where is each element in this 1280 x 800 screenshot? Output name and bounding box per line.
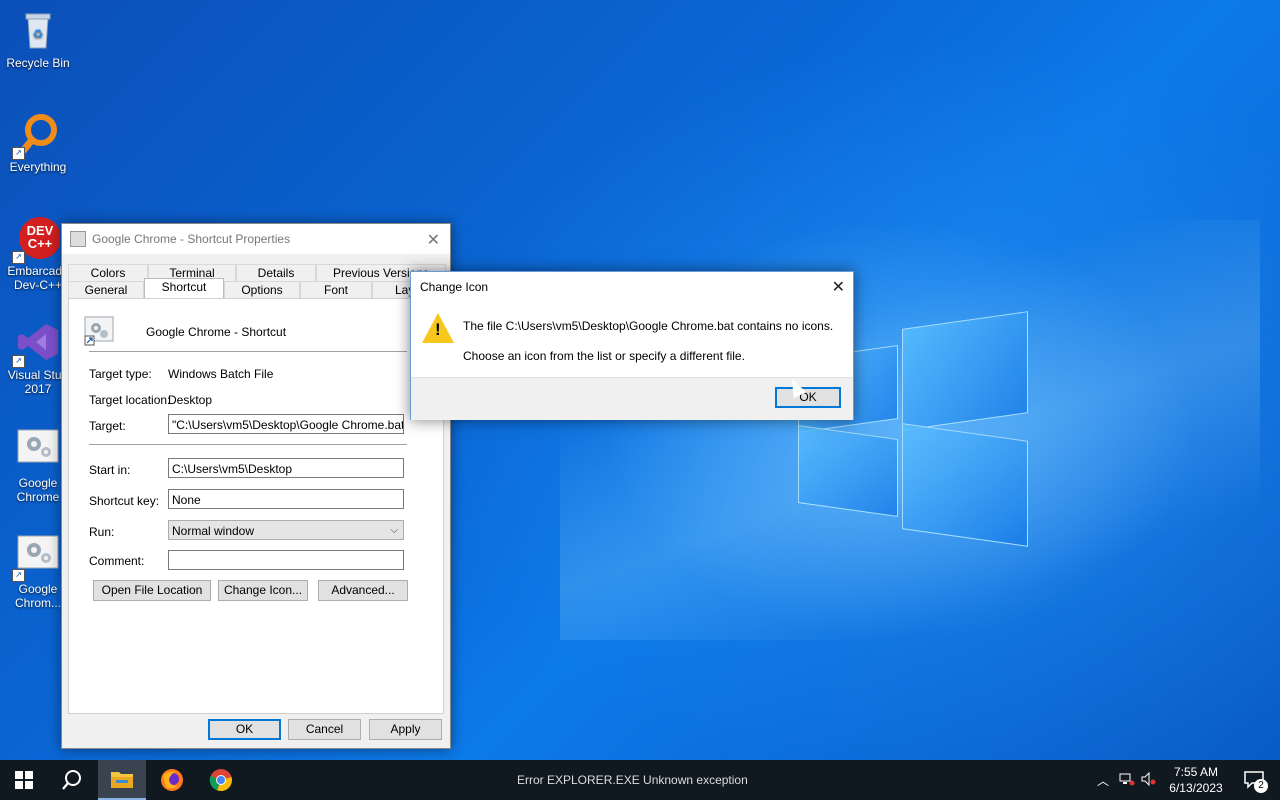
start-button[interactable] bbox=[0, 760, 48, 800]
apply-button[interactable]: Apply bbox=[369, 719, 442, 740]
clock-time: 7:55 AM bbox=[1173, 765, 1219, 779]
change-icon-button[interactable]: Change Icon... bbox=[218, 580, 308, 601]
close-icon[interactable]: ✕ bbox=[427, 230, 440, 250]
run-label: Run: bbox=[89, 525, 115, 539]
target-location-value: Desktop bbox=[168, 393, 213, 407]
cancel-button[interactable]: Cancel bbox=[288, 719, 361, 740]
tab-font[interactable]: Font bbox=[300, 281, 372, 298]
dialog-titlebar[interactable]: Google Chrome - Shortcut Properties ✕ bbox=[62, 224, 450, 254]
desktop-icon-recycle-bin[interactable]: ♻ Recycle Bin bbox=[0, 8, 76, 70]
desktop-icon-everything[interactable]: ↗ Everything bbox=[0, 112, 76, 174]
notification-count-badge: 2 bbox=[1254, 779, 1268, 793]
chrome-icon bbox=[209, 769, 232, 792]
target-type-label: Target type: bbox=[89, 367, 152, 381]
dialog-title: Google Chrome - Shortcut Properties bbox=[92, 232, 291, 246]
taskbar-file-explorer[interactable] bbox=[98, 760, 146, 800]
separator bbox=[89, 444, 407, 445]
tab-general[interactable]: General bbox=[68, 281, 144, 298]
dev-cpp-icon: DEV C++ ↗ bbox=[12, 216, 61, 264]
separator bbox=[89, 351, 407, 352]
message-line-2: Choose an icon from the list or specify … bbox=[463, 349, 745, 363]
action-center-button[interactable]: 2 bbox=[1232, 760, 1276, 800]
shortcut-tab-panel: Google Chrome - Shortcut Target type: Wi… bbox=[68, 298, 444, 714]
close-icon[interactable]: ✕ bbox=[832, 277, 845, 297]
taskbar-clock[interactable]: 7:55 AM 6/13/2023 bbox=[1166, 764, 1226, 796]
tab-colors[interactable]: Colors bbox=[68, 264, 148, 281]
chevron-up-icon[interactable]: ︿ bbox=[1094, 772, 1112, 789]
run-select-value: Normal window bbox=[172, 524, 255, 538]
firefox-icon bbox=[161, 769, 183, 791]
open-file-location-button[interactable]: Open File Location bbox=[93, 580, 211, 601]
comment-input[interactable] bbox=[168, 550, 404, 570]
desktop-icon-label: Everything bbox=[9, 160, 67, 174]
target-type-value: Windows Batch File bbox=[168, 367, 274, 381]
shortcut-name: Google Chrome - Shortcut bbox=[146, 325, 287, 339]
taskbar-chrome[interactable] bbox=[197, 760, 245, 800]
warning-exclamation: ! bbox=[435, 320, 441, 339]
windows-start-icon bbox=[15, 771, 33, 789]
shortcut-properties-dialog: Google Chrome - Shortcut Properties ✕ Co… bbox=[61, 223, 451, 749]
tabs-row-back: Colors Terminal Details Previous Version… bbox=[68, 264, 446, 281]
ok-button[interactable]: OK bbox=[208, 719, 281, 740]
run-select[interactable]: Normal window ⌵ bbox=[168, 520, 404, 540]
dev-cpp-badge: DEV C++ bbox=[26, 223, 54, 251]
network-icon[interactable] bbox=[1116, 772, 1138, 789]
everything-search-icon: ↗ bbox=[12, 112, 60, 160]
tab-shortcut[interactable]: Shortcut bbox=[144, 278, 224, 299]
change-icon-dialog: Change Icon ✕ ! The file C:\Users\vm5\De… bbox=[410, 271, 854, 420]
search-icon bbox=[62, 770, 81, 790]
visual-studio-icon: ↗ bbox=[12, 320, 60, 368]
start-in-label: Start in: bbox=[89, 463, 131, 477]
search-button[interactable] bbox=[48, 760, 96, 800]
dialog-title: Change Icon bbox=[420, 280, 489, 294]
shortcut-arrow-icon: ↗ bbox=[12, 355, 25, 368]
svg-text:♻: ♻ bbox=[33, 27, 44, 41]
tab-options[interactable]: Options bbox=[224, 281, 300, 298]
clock-date: 6/13/2023 bbox=[1169, 781, 1223, 795]
shortcut-arrow-icon: ↗ bbox=[12, 251, 25, 264]
volume-muted-icon[interactable] bbox=[1138, 771, 1160, 789]
target-label: Target: bbox=[89, 419, 126, 433]
target-input[interactable]: "C:\Users\vm5\Desktop\Google Chrome.bat" bbox=[168, 414, 404, 434]
shortcut-key-input[interactable]: None bbox=[168, 489, 404, 509]
tab-details[interactable]: Details bbox=[236, 264, 316, 281]
folder-icon bbox=[111, 772, 133, 788]
comment-label: Comment: bbox=[89, 554, 145, 568]
shortcut-arrow-icon: ↗ bbox=[12, 147, 25, 160]
batch-file-icon: ↗ bbox=[12, 534, 60, 582]
advanced-button[interactable]: Advanced... bbox=[318, 580, 408, 601]
start-in-input[interactable]: C:\Users\vm5\Desktop bbox=[168, 458, 404, 478]
taskbar-firefox[interactable] bbox=[148, 760, 196, 800]
taskbar-error-message: Error EXPLORER.EXE Unknown exception bbox=[517, 773, 748, 787]
system-tray: ︿ bbox=[1094, 760, 1160, 800]
ok-button[interactable]: OK bbox=[775, 387, 841, 408]
dialog-title-icon bbox=[70, 231, 86, 247]
taskbar: Error EXPLORER.EXE Unknown exception ︿ 7… bbox=[0, 760, 1280, 800]
dialog-titlebar[interactable]: Change Icon bbox=[411, 272, 853, 302]
target-location-label: Target location: bbox=[89, 393, 171, 407]
message-line-1: The file C:\Users\vm5\Desktop\Google Chr… bbox=[463, 319, 834, 333]
batch-file-icon bbox=[16, 428, 60, 472]
recycle-bin-icon: ♻ bbox=[16, 8, 60, 52]
desktop-icon-label: Recycle Bin bbox=[6, 56, 70, 70]
shortcut-arrow-icon: ↗ bbox=[12, 569, 25, 582]
shortcut-file-icon bbox=[84, 316, 114, 349]
shortcut-key-label: Shortcut key: bbox=[89, 494, 160, 508]
tabs-row-front: General Shortcut Options Font Layo bbox=[68, 278, 444, 299]
chevron-down-icon: ⌵ bbox=[390, 525, 398, 536]
